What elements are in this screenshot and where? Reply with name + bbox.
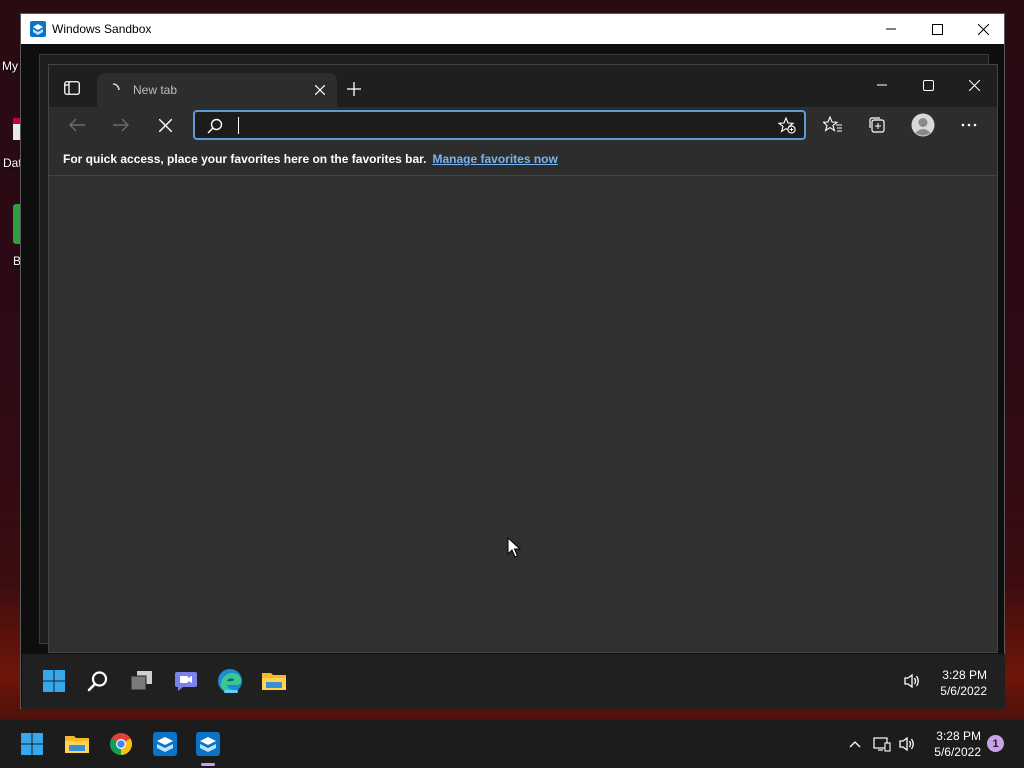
host-sandbox-icon[interactable]	[150, 729, 180, 759]
tab-actions-icon[interactable]	[61, 77, 83, 99]
favorites-button[interactable]	[819, 111, 847, 139]
sandbox-logo-icon	[30, 21, 46, 37]
tab-label: New tab	[133, 83, 178, 97]
edge-minimize-button[interactable]	[859, 69, 905, 101]
profile-avatar[interactable]	[909, 111, 937, 139]
show-hidden-icons-chevron-icon[interactable]	[840, 729, 870, 759]
collections-button[interactable]	[863, 111, 891, 139]
sandbox-minimize-button[interactable]	[868, 14, 914, 44]
sandbox-clock[interactable]: 3:28 PM 5/6/2022	[927, 667, 987, 699]
sandbox-start-icon[interactable]	[39, 666, 69, 696]
favorites-bar: For quick access, place your favorites h…	[49, 143, 997, 176]
tab-new-tab[interactable]: New tab	[97, 73, 337, 107]
loading-spinner-icon	[112, 83, 120, 91]
stop-loading-button[interactable]	[151, 111, 179, 139]
host-date: 5/6/2022	[934, 745, 981, 759]
tab-close-icon[interactable]	[311, 81, 329, 99]
notification-badge[interactable]: 1	[987, 735, 1004, 752]
edge-browser-window: New tab For quick access, place your fav…	[48, 64, 998, 653]
sandbox-chat-icon[interactable]	[171, 666, 201, 696]
sandbox-date: 5/6/2022	[940, 684, 987, 698]
host-clock[interactable]: 3:28 PM 5/6/2022	[920, 728, 981, 760]
forward-button[interactable]	[107, 111, 135, 139]
browser-toolbar	[49, 107, 997, 143]
host-chrome-icon[interactable]	[106, 729, 136, 759]
host-file-explorer-icon[interactable]	[62, 729, 92, 759]
edge-maximize-button[interactable]	[905, 69, 951, 101]
desktop-label-dat[interactable]: Dat	[3, 156, 22, 170]
sandbox-task-view-icon[interactable]	[127, 666, 157, 696]
sandbox-search-icon[interactable]	[83, 666, 113, 696]
address-input[interactable]	[235, 116, 755, 134]
edge-close-button[interactable]	[951, 69, 997, 101]
add-favorite-icon[interactable]	[778, 117, 796, 134]
desktop-label-my[interactable]: My	[2, 59, 18, 73]
sandbox-edge-icon[interactable]	[215, 666, 245, 696]
host-time: 3:28 PM	[936, 729, 981, 743]
page-content-area[interactable]	[49, 176, 997, 652]
sandbox-maximize-button[interactable]	[914, 14, 960, 44]
sandbox-title: Windows Sandbox	[52, 22, 152, 36]
sandbox-file-explorer-icon[interactable]	[259, 666, 289, 696]
back-button[interactable]	[63, 111, 91, 139]
settings-more-button[interactable]	[955, 111, 983, 139]
host-sandbox-active-icon[interactable]	[193, 729, 223, 766]
active-indicator	[201, 763, 215, 766]
favorites-bar-message: For quick access, place your favorites h…	[63, 152, 427, 166]
address-bar[interactable]	[193, 110, 806, 140]
new-tab-button[interactable]	[343, 78, 365, 100]
sandbox-volume-icon[interactable]	[897, 666, 927, 696]
active-indicator	[224, 690, 238, 693]
manage-favorites-link[interactable]: Manage favorites now	[432, 152, 557, 166]
host-start-icon[interactable]	[17, 729, 47, 759]
host-taskbar: 3:28 PM 5/6/2022 1	[0, 720, 1024, 768]
tab-strip: New tab	[49, 65, 997, 107]
text-caret	[238, 117, 239, 134]
sandbox-taskbar: 3:28 PM 5/6/2022	[22, 654, 1005, 709]
sandbox-titlebar[interactable]: Windows Sandbox	[21, 14, 1004, 44]
host-volume-icon[interactable]	[892, 729, 922, 759]
mouse-cursor-icon	[507, 537, 521, 558]
sandbox-time: 3:28 PM	[942, 668, 987, 682]
search-icon	[207, 118, 223, 134]
sandbox-close-button[interactable]	[960, 14, 1006, 44]
